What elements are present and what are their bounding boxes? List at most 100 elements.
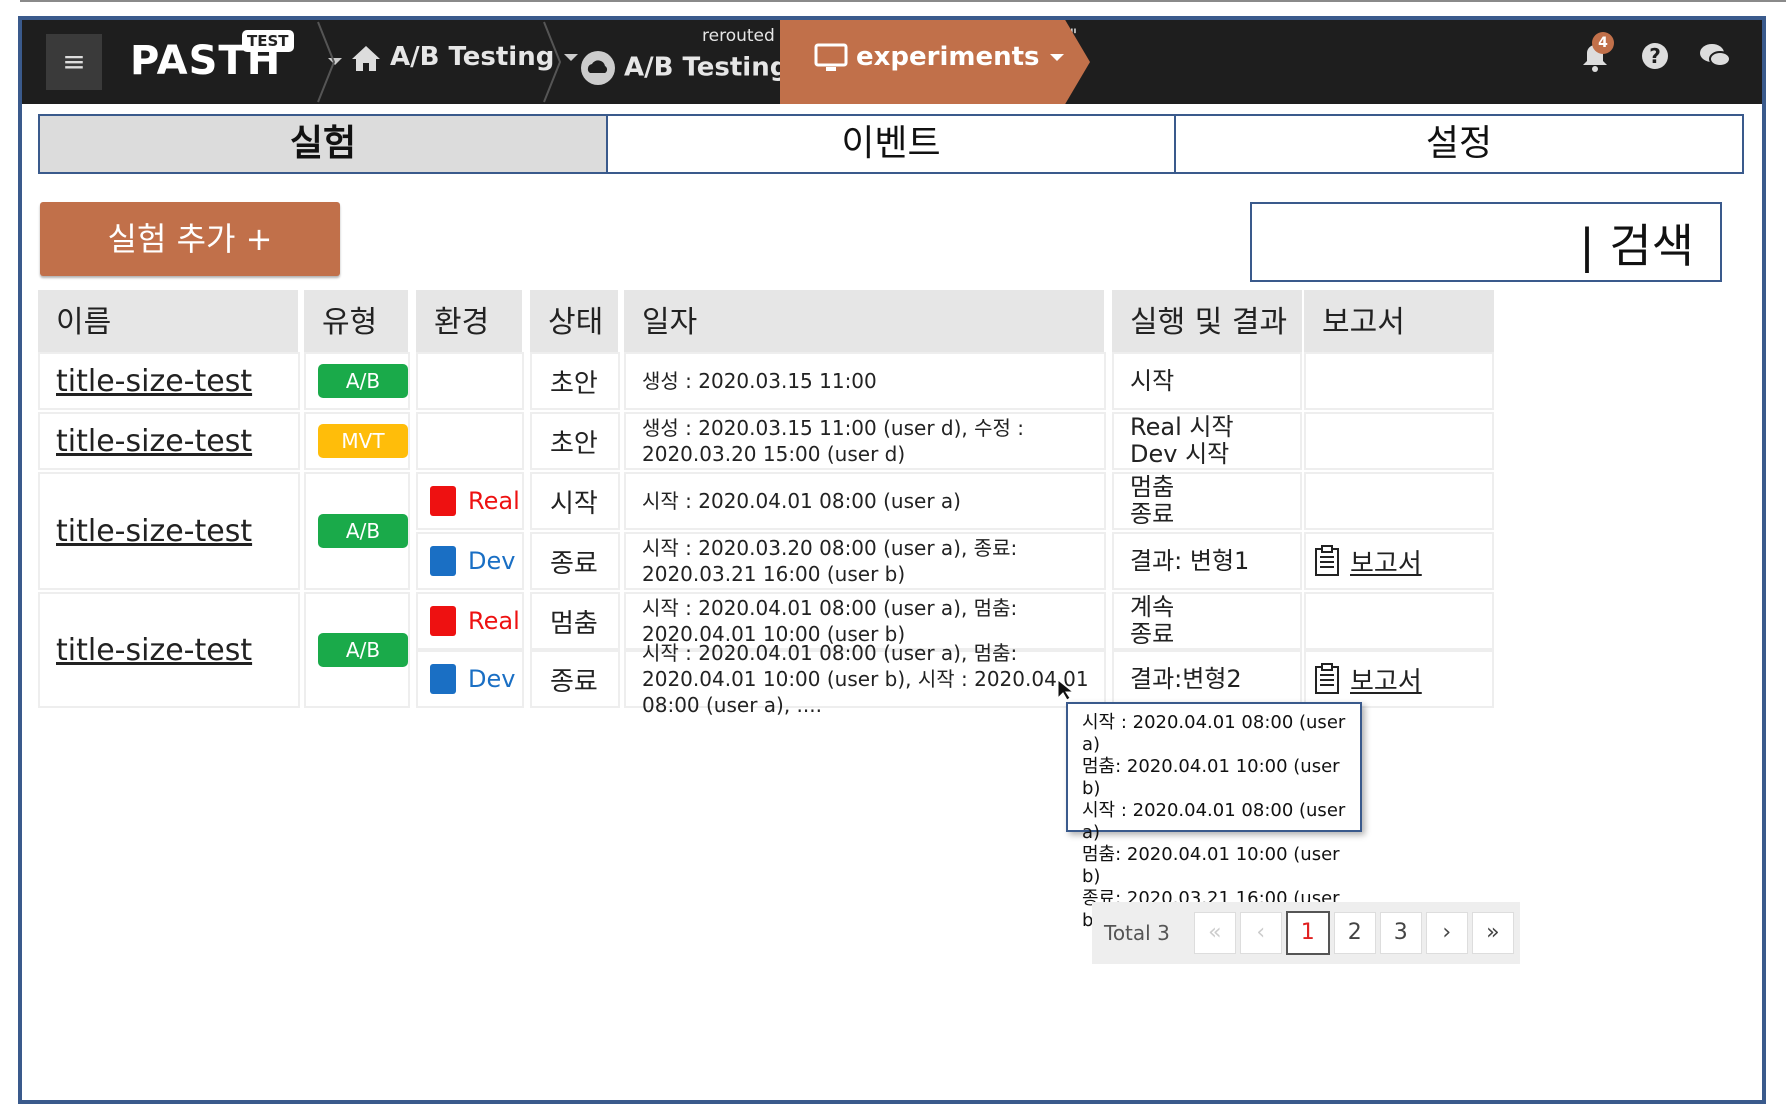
action-links[interactable]: Real 시작 Dev 시작 bbox=[1114, 414, 1234, 468]
page-button-1[interactable]: 1 bbox=[1285, 911, 1330, 955]
result-text: 결과:변형2 bbox=[1130, 664, 1242, 693]
table-row-env bbox=[416, 352, 524, 410]
table-row-result: Real 시작 Dev 시작 bbox=[1112, 412, 1302, 470]
page-button-3[interactable]: 3 bbox=[1379, 912, 1422, 954]
table-row-date: 생성 : 2020.03.15 11:00 (user d), 수정 : 202… bbox=[624, 412, 1106, 470]
tooltip-line: 멈춤: 2020.04.01 10:00 (user b) bbox=[1082, 844, 1340, 887]
header-result: 실행 및 결과 bbox=[1112, 290, 1302, 356]
header-env: 환경 bbox=[416, 290, 522, 356]
experiment-link[interactable]: title-size-test bbox=[40, 514, 252, 549]
tab-experiments[interactable]: 실험 bbox=[40, 116, 608, 172]
prev-page-button[interactable]: ‹ bbox=[1239, 912, 1282, 954]
report-link[interactable]: 보고서 bbox=[1350, 543, 1422, 580]
action-links[interactable]: 계속 종료 bbox=[1114, 594, 1174, 648]
table-row-result: 계속 종료 bbox=[1112, 592, 1302, 650]
add-experiment-button[interactable]: 실험 추가 + bbox=[40, 202, 340, 276]
mouse-cursor-icon bbox=[1057, 678, 1075, 701]
table-row-type: MVT bbox=[304, 412, 410, 470]
table-row-date[interactable]: 시작 : 2020.04.01 08:00 (user a), 멈춤: 2020… bbox=[624, 641, 1106, 717]
table-row-name: title-size-test bbox=[38, 592, 300, 708]
result-text: 결과: 변형1 bbox=[1130, 546, 1250, 575]
dev-env-marker bbox=[430, 546, 456, 576]
tooltip-line: 시작 : 2020.04.01 08:00 (user a) bbox=[1082, 712, 1346, 755]
help-button[interactable]: ? bbox=[1638, 42, 1672, 76]
header-name: 이름 bbox=[38, 290, 298, 356]
clipboard-icon bbox=[1315, 545, 1339, 576]
table-row-type: A/B bbox=[304, 472, 410, 590]
table-row-name: title-size-test bbox=[38, 412, 300, 470]
hamburger-icon: ≡ bbox=[62, 45, 86, 78]
table-row-report bbox=[1304, 472, 1494, 530]
table-row-report: 보고서 bbox=[1304, 650, 1494, 708]
table-row-status: 멈춤 bbox=[530, 592, 620, 650]
date-text: 생성 : 2020.03.15 11:00 bbox=[642, 369, 877, 393]
table-row-type: A/B bbox=[304, 592, 410, 708]
clipboard-icon bbox=[1315, 663, 1339, 694]
monitor-icon bbox=[814, 43, 848, 71]
tooltip-line: 시작 : 2020.04.01 08:00 (user a) bbox=[1082, 800, 1346, 843]
table-row-result: 시작 bbox=[1112, 352, 1302, 410]
date-history-tooltip: 시작 : 2020.04.01 08:00 (user a) 멈춤: 2020.… bbox=[1066, 702, 1362, 931]
table-row-status: 종료 bbox=[530, 650, 620, 708]
top-border bbox=[20, 0, 1786, 2]
status-text: 멈춤 bbox=[550, 608, 598, 639]
search-input[interactable]: | 검색 bbox=[1250, 202, 1722, 282]
breadcrumb-home-label: A/B Testing bbox=[390, 42, 555, 72]
table-row-result: 멈춤 종료 bbox=[1112, 472, 1302, 530]
tab-settings[interactable]: 설정 bbox=[1176, 116, 1742, 172]
header-report: 보고서 bbox=[1304, 290, 1494, 356]
svg-text:?: ? bbox=[1649, 44, 1661, 68]
breadcrumb-separator bbox=[543, 21, 562, 103]
hamburger-menu-button[interactable]: ≡ bbox=[46, 34, 102, 90]
breadcrumb-ab-testing-cloud[interactable]: A/B Testing bbox=[580, 50, 813, 86]
chevron-down-icon bbox=[1049, 54, 1064, 61]
last-page-button[interactable]: » bbox=[1471, 912, 1514, 954]
header-status: 상태 bbox=[530, 290, 618, 356]
notification-button[interactable]: 4 bbox=[1578, 32, 1614, 76]
tab-events[interactable]: 이벤트 bbox=[608, 116, 1176, 172]
table-row-report bbox=[1304, 352, 1494, 410]
experiment-link[interactable]: title-size-test bbox=[40, 424, 252, 459]
header-date: 일자 bbox=[624, 290, 1104, 356]
table-row-status: 시작 bbox=[530, 472, 620, 530]
notification-count-badge: 4 bbox=[1592, 32, 1614, 54]
next-page-button[interactable]: › bbox=[1425, 912, 1468, 954]
chat-button[interactable] bbox=[1698, 42, 1732, 76]
type-badge: MVT bbox=[318, 424, 408, 458]
status-text: 시작 bbox=[550, 488, 598, 519]
table-row-env: Real bbox=[416, 472, 524, 530]
first-page-button[interactable]: « bbox=[1193, 912, 1236, 954]
action-start[interactable]: 시작 bbox=[1114, 367, 1174, 395]
table-row-status: 초안 bbox=[530, 412, 620, 470]
table-row-env: Real bbox=[416, 592, 524, 650]
search-placeholder: | 검색 bbox=[1579, 219, 1694, 273]
table-row-date: 시작 : 2020.04.01 08:00 (user a) bbox=[624, 472, 1106, 530]
help-icon: ? bbox=[1642, 43, 1668, 69]
main-tabs: 실험 이벤트 설정 bbox=[38, 114, 1744, 174]
breadcrumb-experiments[interactable]: experiments bbox=[780, 20, 1090, 104]
env-label: Real bbox=[468, 487, 520, 515]
chat-icon bbox=[1700, 44, 1731, 67]
table-row-result: 결과: 변형1 bbox=[1112, 532, 1302, 590]
table-row-report bbox=[1304, 412, 1494, 470]
table-row-date: 생성 : 2020.03.15 11:00 bbox=[624, 352, 1106, 410]
env-label: Real bbox=[468, 607, 520, 635]
table-row-env: Dev bbox=[416, 650, 524, 708]
type-badge: A/B bbox=[318, 364, 408, 398]
page-button-2[interactable]: 2 bbox=[1333, 912, 1376, 954]
date-text: 생성 : 2020.03.15 11:00 (user d), 수정 : 202… bbox=[642, 416, 1025, 466]
table-row-name: title-size-test bbox=[38, 352, 300, 410]
table-row-report bbox=[1304, 592, 1494, 650]
date-text: 시작 : 2020.04.01 08:00 (user a) bbox=[642, 489, 961, 513]
breadcrumb-separator bbox=[317, 21, 336, 103]
experiment-link[interactable]: title-size-test bbox=[40, 364, 252, 399]
dev-env-marker bbox=[430, 664, 456, 694]
table-row-env bbox=[416, 412, 524, 470]
logo-test-tag: TEST bbox=[242, 30, 294, 52]
breadcrumb-cloud-label: A/B Testing bbox=[624, 52, 789, 83]
action-links[interactable]: 멈춤 종료 bbox=[1114, 474, 1174, 528]
experiment-link[interactable]: title-size-test bbox=[40, 633, 252, 668]
report-link[interactable]: 보고서 bbox=[1350, 661, 1422, 698]
tooltip-line: 멈춤: 2020.04.01 10:00 (user b) bbox=[1082, 756, 1340, 799]
real-env-marker bbox=[430, 486, 456, 516]
